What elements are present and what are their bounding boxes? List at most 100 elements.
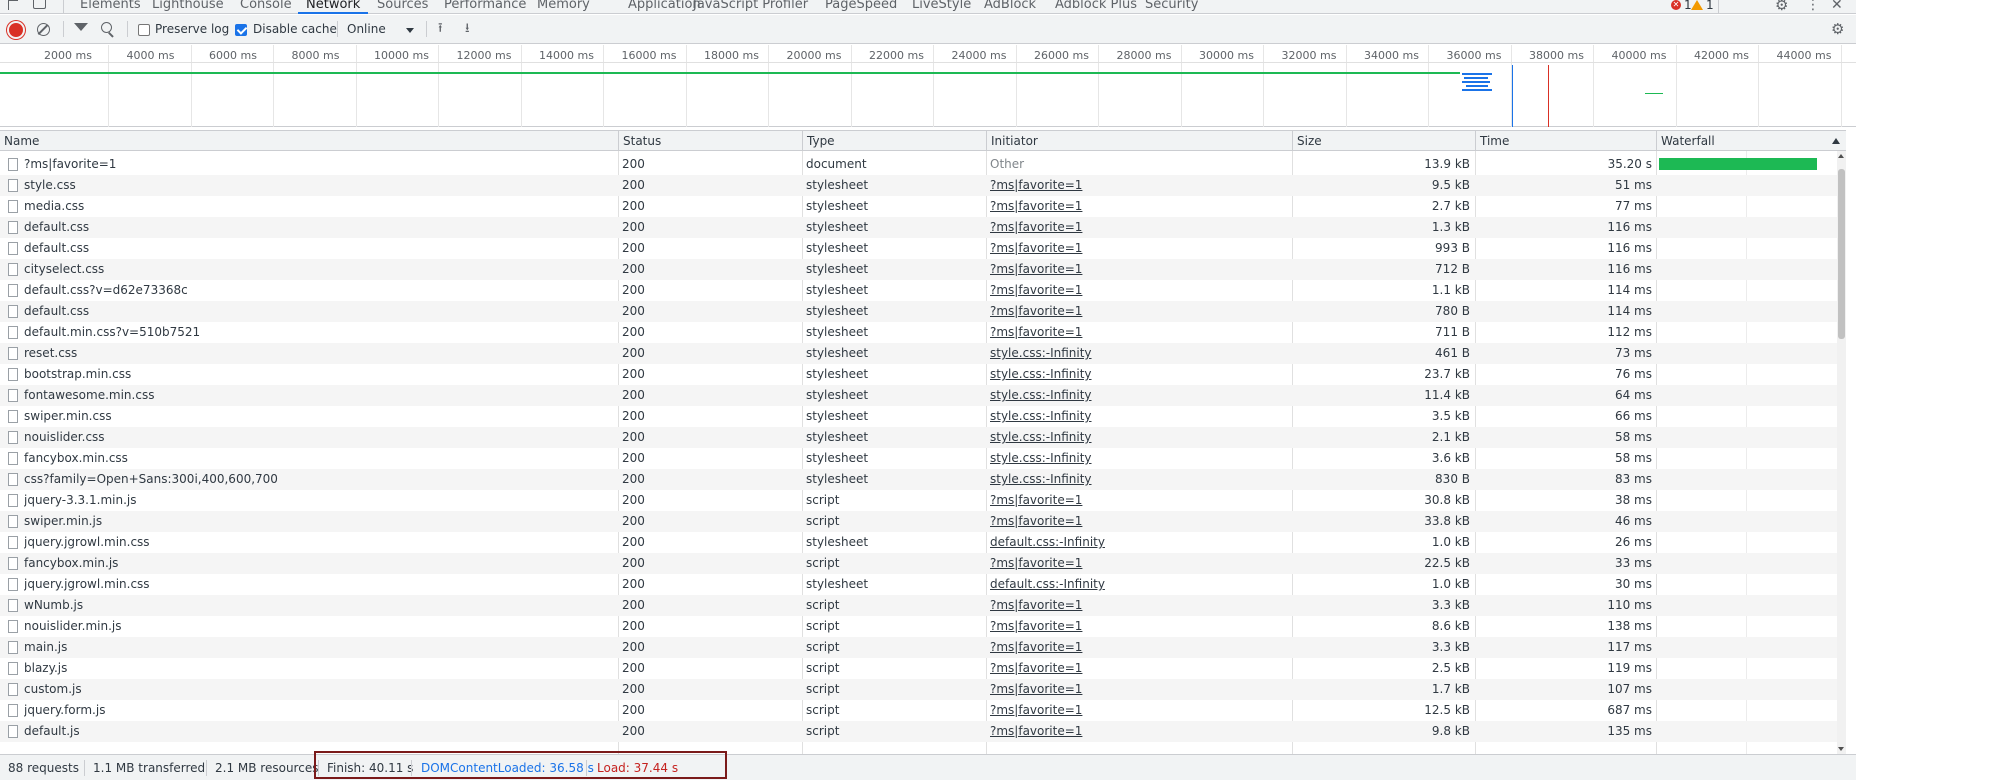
- tab-adblock-plus[interactable]: Adblock Plus: [1055, 0, 1137, 14]
- request-row[interactable]: jquery-3.3.1.min.js 200 script ?ms|favorite…: [0, 490, 1846, 511]
- request-name[interactable]: fancybox.min.js: [24, 553, 614, 574]
- tab-network[interactable]: Network: [297, 0, 369, 14]
- warning-count[interactable]: 1: [1706, 0, 1714, 14]
- request-name[interactable]: default.js: [24, 721, 614, 742]
- request-row[interactable]: default.css?v=d62e73368c 200 stylesheet ?ms…: [0, 280, 1846, 301]
- request-name[interactable]: default.css: [24, 301, 614, 322]
- request-row[interactable]: fontawesome.min.css 200 stylesheet style.cs…: [0, 385, 1846, 406]
- request-initiator[interactable]: style.css:-Infinity: [990, 343, 1290, 364]
- error-count-icon[interactable]: ✕: [1671, 0, 1681, 10]
- request-name[interactable]: swiper.min.js: [24, 511, 614, 532]
- request-initiator[interactable]: ?ms|favorite=1: [990, 553, 1290, 574]
- request-initiator[interactable]: ?ms|favorite=1: [990, 175, 1290, 196]
- request-initiator[interactable]: ?ms|favorite=1: [990, 637, 1290, 658]
- request-name[interactable]: default.min.css?v=510b7521: [24, 322, 614, 343]
- request-name[interactable]: nouislider.css: [24, 427, 614, 448]
- request-initiator[interactable]: style.css:-Infinity: [990, 427, 1290, 448]
- request-initiator[interactable]: ?ms|favorite=1: [990, 595, 1290, 616]
- tab-elements[interactable]: Elements: [80, 0, 141, 14]
- request-row[interactable]: swiper.min.js 200 script ?ms|favorite=1 33.8…: [0, 511, 1846, 532]
- tab-lighthouse[interactable]: Lighthouse: [152, 0, 224, 14]
- column-header-status[interactable]: Status: [618, 131, 802, 151]
- filter-icon[interactable]: [74, 23, 88, 31]
- request-row[interactable]: jquery.jgrowl.min.css 200 stylesheet defaul…: [0, 532, 1846, 553]
- preserve-log-label[interactable]: Preserve log: [155, 22, 229, 36]
- disable-cache-label[interactable]: Disable cache: [253, 22, 337, 36]
- device-toolbar-icon[interactable]: [33, 0, 46, 9]
- request-initiator[interactable]: ?ms|favorite=1: [990, 301, 1290, 322]
- request-row[interactable]: nouislider.min.js 200 script ?ms|favorite=1…: [0, 616, 1846, 637]
- request-initiator[interactable]: ?ms|favorite=1: [990, 322, 1290, 343]
- request-row[interactable]: ?ms|favorite=1 200 document Other 13.9 kB 35.…: [0, 154, 1846, 175]
- column-header-waterfall[interactable]: Waterfall: [1656, 131, 1846, 151]
- request-row[interactable]: nouislider.css 200 stylesheet style.css:-In…: [0, 427, 1846, 448]
- request-row[interactable]: jquery.form.js 200 script ?ms|favorite=1 12.…: [0, 700, 1846, 721]
- warning-count-icon[interactable]: [1691, 0, 1703, 10]
- request-name[interactable]: jquery.form.js: [24, 700, 614, 721]
- request-row[interactable]: media.css 200 stylesheet ?ms|favorite=1 2.7 …: [0, 196, 1846, 217]
- tab-javascript-profiler[interactable]: JavaScript Profiler: [693, 0, 808, 14]
- more-options-icon[interactable]: ⋮: [1806, 0, 1820, 13]
- request-name[interactable]: jquery.jgrowl.min.css: [24, 532, 614, 553]
- request-initiator[interactable]: ?ms|favorite=1: [990, 721, 1290, 742]
- request-name[interactable]: cityselect.css: [24, 259, 614, 280]
- request-row[interactable]: wNumb.js 200 script ?ms|favorite=1 3.3 kB 110…: [0, 595, 1846, 616]
- request-name[interactable]: fancybox.min.css: [24, 448, 614, 469]
- request-row[interactable]: css?family=Open+Sans:300i,400,600,700 200…: [0, 469, 1846, 490]
- sort-ascending-icon[interactable]: [1832, 138, 1840, 144]
- request-row[interactable]: jquery.jgrowl.min.css 200 stylesheet defaul…: [0, 574, 1846, 595]
- chevron-down-icon[interactable]: [406, 28, 414, 33]
- request-initiator[interactable]: ?ms|favorite=1: [990, 280, 1290, 301]
- request-initiator[interactable]: ?ms|favorite=1: [990, 238, 1290, 259]
- column-header-size[interactable]: Size: [1292, 131, 1475, 151]
- tab-performance[interactable]: Performance: [444, 0, 526, 14]
- request-row[interactable]: reset.css 200 stylesheet style.css:-Infinit…: [0, 343, 1846, 364]
- tab-adblock[interactable]: AdBlock: [984, 0, 1036, 14]
- request-name[interactable]: main.js: [24, 637, 614, 658]
- request-row[interactable]: default.css 200 stylesheet ?ms|favorite=1 99…: [0, 238, 1846, 259]
- tab-application[interactable]: Application: [628, 0, 701, 14]
- request-name[interactable]: default.css?v=d62e73368c: [24, 280, 614, 301]
- request-initiator[interactable]: ?ms|favorite=1: [990, 658, 1290, 679]
- request-initiator[interactable]: style.css:-Infinity: [990, 469, 1290, 490]
- request-name[interactable]: bootstrap.min.css: [24, 364, 614, 385]
- request-initiator[interactable]: default.css:-Infinity: [990, 532, 1290, 553]
- request-name[interactable]: media.css: [24, 196, 614, 217]
- scroll-down-icon[interactable]: [1838, 747, 1844, 751]
- preserve-log-checkbox[interactable]: [138, 24, 150, 36]
- request-row[interactable]: default.min.css?v=510b7521 200 stylesheet?…: [0, 322, 1846, 343]
- request-name[interactable]: default.css: [24, 238, 614, 259]
- request-row[interactable]: default.css 200 stylesheet ?ms|favorite=1 1.…: [0, 217, 1846, 238]
- request-initiator[interactable]: ?ms|favorite=1: [990, 616, 1290, 637]
- request-row[interactable]: main.js 200 script ?ms|favorite=1 3.3 kB 117 …: [0, 637, 1846, 658]
- request-initiator[interactable]: default.css:-Infinity: [990, 574, 1290, 595]
- request-name[interactable]: default.css: [24, 217, 614, 238]
- request-name[interactable]: custom.js: [24, 679, 614, 700]
- tab-memory[interactable]: Memory: [537, 0, 590, 14]
- export-har-icon[interactable]: ⭳: [465, 21, 470, 37]
- request-initiator[interactable]: style.css:-Infinity: [990, 406, 1290, 427]
- request-row[interactable]: fancybox.min.js 200 script ?ms|favorite=1 22…: [0, 553, 1846, 574]
- request-row[interactable]: bootstrap.min.css 200 stylesheet style.css:…: [0, 364, 1846, 385]
- request-initiator[interactable]: ?ms|favorite=1: [990, 490, 1290, 511]
- request-name[interactable]: wNumb.js: [24, 595, 614, 616]
- column-header-time[interactable]: Time: [1475, 131, 1656, 151]
- request-row[interactable]: blazy.js 200 script ?ms|favorite=1 2.5 kB 119…: [0, 658, 1846, 679]
- request-name[interactable]: fontawesome.min.css: [24, 385, 614, 406]
- settings-gear-icon[interactable]: ⚙: [1775, 0, 1788, 13]
- request-name[interactable]: blazy.js: [24, 658, 614, 679]
- search-icon[interactable]: [101, 22, 114, 38]
- record-icon[interactable]: [9, 23, 23, 37]
- tab-pagespeed[interactable]: PageSpeed: [825, 0, 897, 14]
- column-header-initiator[interactable]: Initiator: [986, 131, 1292, 151]
- request-name[interactable]: reset.css: [24, 343, 614, 364]
- request-name[interactable]: nouislider.min.js: [24, 616, 614, 637]
- request-row[interactable]: cityselect.css 200 stylesheet ?ms|favorite=…: [0, 259, 1846, 280]
- request-initiator[interactable]: ?ms|favorite=1: [990, 259, 1290, 280]
- request-initiator[interactable]: ?ms|favorite=1: [990, 196, 1290, 217]
- tab-livestyle[interactable]: LiveStyle: [912, 0, 971, 14]
- tab-sources[interactable]: Sources: [377, 0, 428, 14]
- column-header-type[interactable]: Type: [802, 131, 986, 151]
- request-row[interactable]: swiper.min.css 200 stylesheet style.css:-In…: [0, 406, 1846, 427]
- requests-scrollbar[interactable]: [1837, 151, 1846, 754]
